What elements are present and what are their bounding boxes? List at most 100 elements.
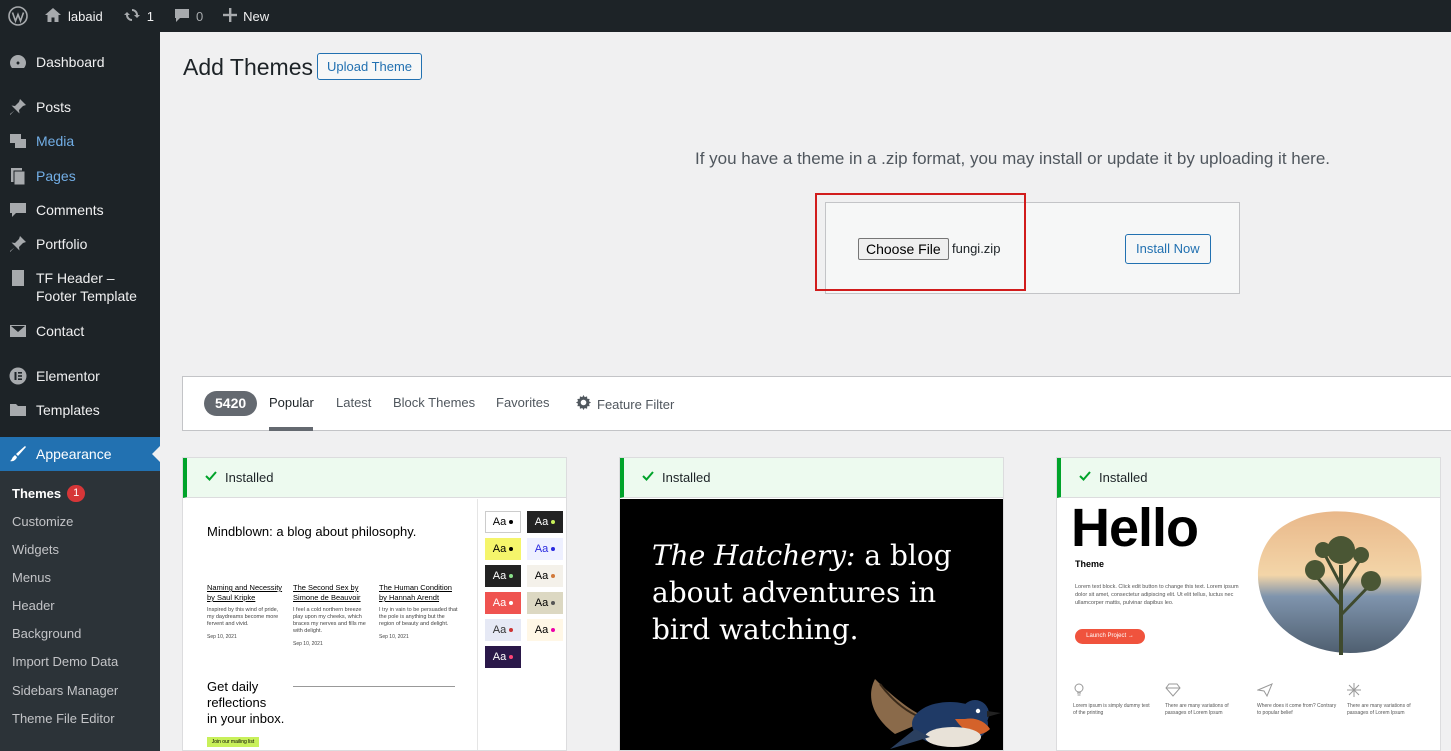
sidebar-item-appearance[interactable]: Appearance: [0, 437, 160, 471]
feature-filter-label: Feature Filter: [597, 396, 675, 412]
theme-card[interactable]: Installed Mindblown: a blog about philos…: [182, 457, 567, 751]
page-icon: [0, 269, 36, 287]
preview-title: Mindblown: a blog about philosophy.: [207, 524, 417, 539]
tab-favorites[interactable]: Favorites: [496, 395, 549, 410]
preview-feature: There are many variations of passages of…: [1347, 683, 1427, 717]
preview-headline: The Hatchery: a blog about adventures in…: [652, 537, 982, 648]
site-name-link[interactable]: labaid: [34, 0, 113, 32]
tab-block-themes[interactable]: Block Themes: [393, 395, 475, 410]
preview-subtitle: Theme: [1075, 559, 1105, 569]
sidebar-item-media[interactable]: Media: [0, 132, 160, 150]
site-name: labaid: [68, 8, 103, 24]
install-now-button[interactable]: Install Now: [1125, 234, 1211, 264]
submenu-item-menus[interactable]: Menus: [12, 570, 51, 585]
submenu-item-customize[interactable]: Customize: [12, 514, 73, 529]
submenu-item-header[interactable]: Header: [12, 598, 55, 613]
tab-popular[interactable]: Popular: [269, 395, 314, 410]
submenu-item-background[interactable]: Background: [12, 626, 81, 641]
preview-feature-text: There are many variations of passages of…: [1347, 703, 1411, 716]
installed-label: Installed: [225, 470, 274, 485]
swatch-label: Aa: [534, 570, 549, 582]
wordpress-logo-icon[interactable]: [0, 0, 34, 32]
preview-post: The Human Condition by Hannah Arendt I t…: [379, 583, 459, 642]
sidebar-item-label: Contact: [36, 323, 85, 339]
preview-feature-text: Where does it come from? Contrary to pop…: [1257, 703, 1337, 716]
theme-card[interactable]: Installed The Hatchery: a blog about adv…: [619, 457, 1004, 751]
sidebar-item-comments[interactable]: Comments: [0, 201, 160, 219]
annotation-highlight-box: [815, 193, 1026, 291]
comments-count: 0: [195, 8, 204, 24]
preview-post-date: Sep 10, 2021: [379, 634, 409, 640]
style-swatch: Aa: [485, 619, 521, 641]
checkmark-icon: [1079, 470, 1099, 485]
preview-post: Naming and Necessity by Saul Kripke Insp…: [207, 583, 287, 642]
style-swatch: Aa: [485, 538, 521, 560]
thistle-photo: [1257, 511, 1422, 655]
checkmark-icon: [642, 470, 662, 485]
swatch-label: Aa: [534, 516, 549, 528]
checkmark-icon: [205, 470, 225, 485]
upload-theme-button[interactable]: Upload Theme: [317, 53, 423, 80]
installed-notice: Installed: [620, 458, 1003, 498]
style-swatch: Aa: [485, 646, 521, 668]
updates-count: 1: [146, 8, 154, 24]
submenu-item-theme-file-editor[interactable]: Theme File Editor: [12, 711, 115, 726]
updates-icon: [123, 6, 141, 27]
sidebar-item-label: Media: [36, 133, 75, 149]
sidebar-item-label: Comments: [36, 202, 104, 218]
sidebar-item-elementor[interactable]: Elementor: [0, 367, 160, 385]
sidebar-item-templates[interactable]: Templates: [0, 401, 160, 419]
appearance-submenu: Themes 1 Customize Widgets Menus Header …: [0, 471, 160, 751]
submenu-item-widgets[interactable]: Widgets: [12, 542, 59, 557]
sidebar-item-portfolio[interactable]: Portfolio: [0, 235, 160, 253]
preview-column-divider: [477, 499, 478, 750]
sidebar-item-label: Posts: [36, 99, 72, 115]
preview-button: Launch Project →: [1075, 629, 1145, 644]
tab-latest[interactable]: Latest: [336, 395, 371, 410]
page-title: Add Themes: [183, 54, 313, 80]
style-swatch: Aa: [527, 592, 563, 614]
sidebar-item-pages[interactable]: Pages: [0, 167, 160, 185]
mail-icon: [0, 322, 36, 340]
bird-illustration: [871, 679, 1001, 749]
sidebar-item-label: TF Header – Footer Template: [36, 270, 137, 304]
sidebar-item-tf-header-footer[interactable]: TF Header – Footer Template: [0, 269, 160, 305]
submenu-item-sidebars-manager[interactable]: Sidebars Manager: [12, 683, 118, 698]
folder-icon: [0, 401, 36, 419]
comments-link[interactable]: 0: [164, 0, 213, 32]
swatch-label: Aa: [492, 516, 507, 528]
sidebar-item-contact[interactable]: Contact: [0, 322, 160, 340]
admin-bar: labaid 1 0 New: [0, 0, 1451, 32]
new-content-link[interactable]: New: [213, 0, 279, 32]
preview-feature-text: There are many variations of passages of…: [1165, 703, 1229, 716]
preview-cta-button: Join our mailing list: [207, 737, 259, 747]
installed-label: Installed: [662, 470, 711, 485]
sidebar-item-posts[interactable]: Posts: [0, 98, 160, 116]
submenu-item-themes[interactable]: Themes 1: [12, 485, 86, 502]
theme-screenshot: The Hatchery: a blog about adventures in…: [620, 499, 1003, 750]
preview-post-title: The Second Sex by Simone de Beauvoir: [293, 583, 361, 602]
sidebar-item-label: Appearance: [36, 446, 112, 462]
pin-icon: [0, 98, 36, 116]
comment-icon: [174, 7, 190, 26]
sidebar-item-dashboard[interactable]: Dashboard: [0, 53, 160, 71]
theme-card[interactable]: Installed Hello Theme Lorem text block. …: [1056, 457, 1441, 751]
pages-icon: [0, 167, 36, 185]
brush-icon: [0, 445, 36, 463]
preview-headline-italic: The Hatchery:: [652, 539, 856, 572]
sidebar-item-label: Elementor: [36, 368, 100, 384]
feature-filter-button[interactable]: Feature Filter: [576, 395, 674, 413]
updates-link[interactable]: 1: [113, 0, 164, 32]
plus-icon: [223, 7, 238, 25]
submenu-item-import-demo-data[interactable]: Import Demo Data: [12, 654, 118, 669]
style-swatch: Aa: [527, 619, 563, 641]
media-icon: [0, 132, 36, 150]
swatch-label: Aa: [492, 597, 507, 609]
style-swatch: Aa: [527, 565, 563, 587]
submenu-item-label: Themes: [12, 486, 62, 501]
swatch-label: Aa: [492, 570, 507, 582]
sidebar-item-label: Dashboard: [36, 54, 105, 70]
preview-post-body: I feel a cold northern breeze play upon …: [293, 607, 366, 634]
swatch-label: Aa: [492, 624, 507, 636]
style-swatch: Aa: [527, 511, 563, 533]
